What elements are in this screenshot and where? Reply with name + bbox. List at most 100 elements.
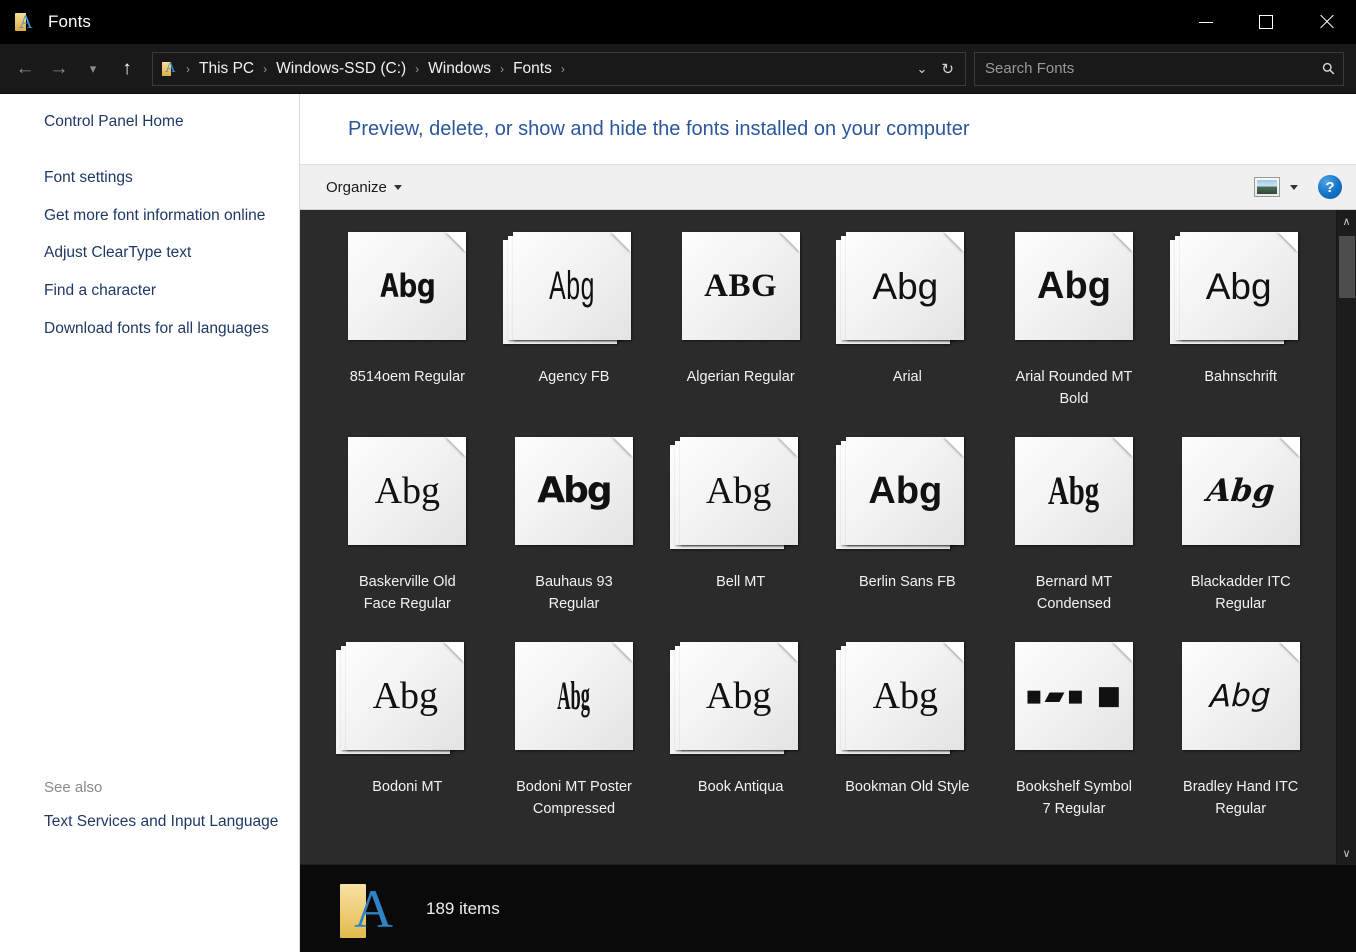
font-tile[interactable]: Abg Bookman Old Style [824, 636, 991, 841]
chevron-down-icon[interactable] [1290, 185, 1298, 190]
font-tile[interactable]: Abg8514oem Regular [324, 226, 491, 431]
maximize-icon [1259, 15, 1273, 29]
breadcrumb-separator: › [497, 62, 507, 76]
sidebar-item-font-settings[interactable]: Font settings [44, 168, 281, 188]
search-icon[interactable]: ⚲ [1318, 57, 1340, 79]
font-thumbnail: Abg [836, 642, 978, 764]
scroll-up-arrow-icon[interactable]: ∧ [1337, 210, 1356, 232]
font-preview-sheet: Abg [1182, 437, 1300, 545]
sidebar-item-text-services-and-input-language[interactable]: Text Services and Input Language [44, 812, 281, 832]
font-tile[interactable]: ABG Algerian Regular [657, 226, 824, 431]
font-name-label: Bodoni MT [343, 776, 471, 798]
address-history-chevron-icon[interactable]: ⌄ [910, 57, 935, 81]
font-preview-sheet: Abg [513, 232, 631, 340]
font-name-label: Berlin Sans FB [843, 571, 971, 593]
font-thumbnail: Abg [336, 437, 478, 559]
font-name-label: Bradley Hand ITC Regular [1177, 776, 1305, 821]
font-thumbnail: Abg [1170, 437, 1312, 559]
change-view-icon[interactable] [1254, 177, 1280, 197]
font-tile[interactable]: AbgAgency FB [491, 226, 658, 431]
font-tile[interactable]: AbgBell MT [657, 431, 824, 636]
sidebar-item-find-a-character[interactable]: Find a character [44, 281, 281, 301]
search-input[interactable] [985, 60, 1317, 77]
back-button[interactable]: ← [8, 52, 42, 86]
window-title: Fonts [48, 12, 91, 32]
font-thumbnail: Abg [1170, 642, 1312, 764]
font-tile[interactable]: AbgArial [824, 226, 991, 431]
font-name-label: Bell MT [677, 571, 805, 593]
font-thumbnail: Abg [836, 437, 978, 559]
sidebar-item-control-panel-home[interactable]: Control Panel Home [44, 112, 281, 132]
vertical-scrollbar[interactable]: ∧ ∨ [1336, 210, 1356, 864]
scrollbar-thumb[interactable] [1339, 236, 1355, 298]
font-sample-text: Abg [1210, 679, 1272, 712]
breadcrumb-item-windows[interactable]: Windows [422, 57, 497, 81]
organize-button[interactable]: Organize [318, 175, 410, 200]
font-tile[interactable]: Abg Berlin Sans FB [824, 431, 991, 636]
font-tile[interactable]: AbgBook Antiqua [657, 636, 824, 841]
font-tile[interactable]: AbgBaskerville Old Face Regular [324, 431, 491, 636]
scrollbar-track[interactable] [1337, 232, 1356, 842]
font-sample-text: Abg [1037, 267, 1111, 305]
font-sample-text: Abg [537, 473, 610, 509]
font-preview-sheet: Abg [346, 642, 464, 750]
font-sample-text: Abg [373, 677, 438, 715]
page-title: Preview, delete, or show and hide the fo… [348, 118, 969, 141]
font-sample-text: ▪▰▪ ■ [1025, 683, 1123, 709]
breadcrumb-separator: › [412, 62, 422, 76]
font-name-label: Arial [843, 366, 971, 388]
font-grid-container: Abg8514oem RegularAbgAgency FB ABG Algeria… [300, 210, 1356, 864]
font-tile[interactable]: Abg Bodoni MT [324, 636, 491, 841]
font-name-label: Bernard MT Condensed [1010, 571, 1138, 616]
sidebar-item-adjust-cleartype-text[interactable]: Adjust ClearType text [44, 243, 281, 263]
font-tile[interactable]: ▪▰▪ ■Bookshelf Symbol 7 Regular [991, 636, 1158, 841]
sidebar-item-get-more-font-information-online[interactable]: Get more font information online [44, 206, 281, 226]
command-bar: Organize ? [300, 164, 1356, 210]
font-name-label: Bookman Old Style [843, 776, 971, 798]
close-icon [1318, 14, 1334, 30]
font-thumbnail: ABG [670, 232, 812, 354]
font-preview-sheet: Abg [348, 232, 466, 340]
breadcrumb-item-fonts[interactable]: Fonts [507, 57, 558, 81]
font-tile[interactable]: AbgBodoni MT Poster Compressed [491, 636, 658, 841]
font-tile[interactable]: Abg Bradley Hand ITC Regular [1157, 636, 1324, 841]
font-name-label: Bauhaus 93 Regular [510, 571, 638, 616]
breadcrumb-folder-icon: A [161, 60, 179, 78]
help-button[interactable]: ? [1318, 175, 1342, 199]
recent-locations-button[interactable]: ▾ [76, 52, 110, 86]
font-tile[interactable]: Abg Blackadder ITC Regular [1157, 431, 1324, 636]
maximize-button[interactable] [1236, 0, 1296, 44]
font-thumbnail: Abg [1170, 232, 1312, 354]
font-preview-sheet: Abg [846, 642, 964, 750]
font-thumbnail: ▪▰▪ ■ [1003, 642, 1145, 764]
content-header: Preview, delete, or show and hide the fo… [300, 94, 1356, 164]
search-box[interactable]: ⚲ [974, 52, 1344, 86]
font-sample-text: Abg [558, 676, 591, 716]
breadcrumb-item-windows-ssd[interactable]: Windows-SSD (C:) [270, 57, 412, 81]
forward-button[interactable]: → [42, 52, 76, 86]
minimize-icon [1199, 22, 1213, 23]
font-preview-sheet: Abg [348, 437, 466, 545]
sidebar-item-download-fonts-for-all-languages[interactable]: Download fonts for all languages [44, 319, 281, 339]
breadcrumb-separator: › [558, 62, 568, 76]
font-tile[interactable]: Abg Bauhaus 93 Regular [491, 431, 658, 636]
refresh-icon[interactable]: ↻ [934, 56, 961, 82]
breadcrumb-item-this-pc[interactable]: This PC [193, 57, 260, 81]
font-thumbnail: Abg [1003, 232, 1145, 354]
minimize-button[interactable] [1176, 0, 1236, 44]
font-sample-text: ABG [704, 270, 777, 303]
font-tile[interactable]: AbgBernard MT Condensed [991, 431, 1158, 636]
font-preview-sheet: Abg [1015, 232, 1133, 340]
scroll-down-arrow-icon[interactable]: ∨ [1337, 842, 1356, 864]
breadcrumb[interactable]: A › This PC › Windows-SSD (C:) › Windows… [152, 52, 966, 86]
font-tile[interactable]: AbgBahnschrift [1157, 226, 1324, 431]
content-pane: Preview, delete, or show and hide the fo… [300, 94, 1356, 864]
up-button[interactable]: ↑ [110, 52, 144, 86]
font-name-label: Book Antiqua [677, 776, 805, 798]
font-tile[interactable]: AbgArial Rounded MT Bold [991, 226, 1158, 431]
close-button[interactable] [1296, 0, 1356, 44]
font-name-label: Algerian Regular [677, 366, 805, 388]
window-body: Control Panel Home Font settings Get mor… [0, 94, 1356, 864]
font-name-label: Blackadder ITC Regular [1177, 571, 1305, 616]
fonts-window: A Fonts ← → ▾ ↑ A › This PC [0, 0, 1356, 952]
